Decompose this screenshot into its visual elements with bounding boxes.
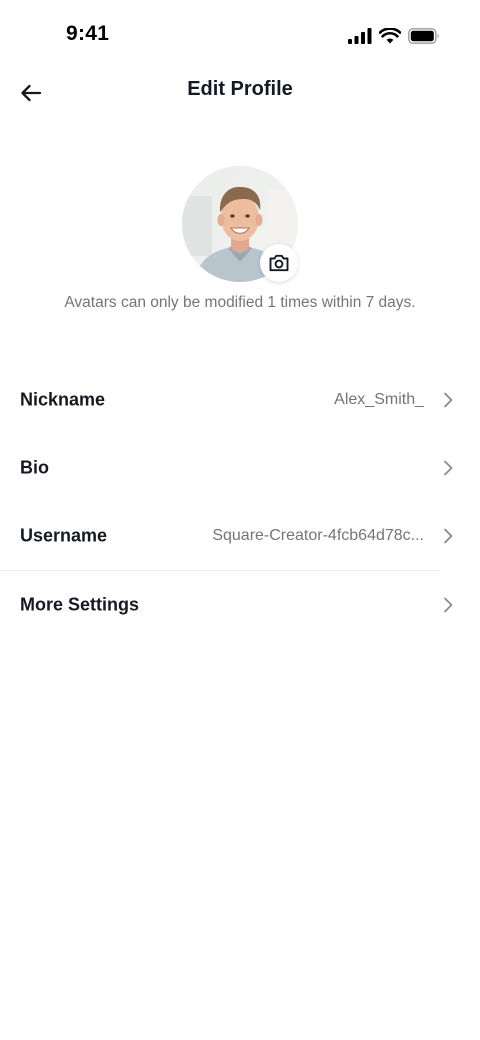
avatar-section bbox=[182, 166, 298, 282]
row-label: Nickname bbox=[20, 389, 106, 410]
chevron-right-icon bbox=[444, 597, 453, 613]
signal-icon bbox=[348, 28, 372, 44]
camera-icon bbox=[269, 254, 289, 272]
row-label: More Settings bbox=[20, 594, 140, 615]
header: Edit Profile bbox=[0, 70, 480, 114]
row-label: Bio bbox=[20, 457, 49, 478]
row-value: Square-Creator-4fcb64d78c... bbox=[212, 527, 424, 544]
battery-icon bbox=[408, 28, 439, 44]
avatar-limit-note: Avatars can only be modified 1 times wit… bbox=[64, 294, 416, 311]
row-value: Alex_Smith_ bbox=[334, 391, 424, 408]
profile-fields-list: Nickname Alex_Smith_ Bio Username Square… bbox=[0, 366, 480, 639]
row-label: Username bbox=[20, 525, 108, 546]
username-row[interactable]: Username Square-Creator-4fcb64d78c... bbox=[0, 502, 480, 570]
nickname-row[interactable]: Nickname Alex_Smith_ bbox=[0, 366, 480, 434]
status-time: 9:41 bbox=[66, 22, 110, 45]
page-title: Edit Profile bbox=[187, 78, 293, 100]
more-settings-row[interactable]: More Settings bbox=[0, 571, 480, 639]
status-bar: 9:41 bbox=[0, 0, 480, 70]
chevron-right-icon bbox=[444, 460, 453, 476]
chevron-right-icon bbox=[444, 392, 453, 408]
status-icons bbox=[348, 26, 440, 46]
change-avatar-button[interactable] bbox=[260, 244, 298, 282]
chevron-right-icon bbox=[444, 528, 453, 544]
bio-row[interactable]: Bio bbox=[0, 434, 480, 502]
wifi-icon bbox=[379, 28, 401, 44]
